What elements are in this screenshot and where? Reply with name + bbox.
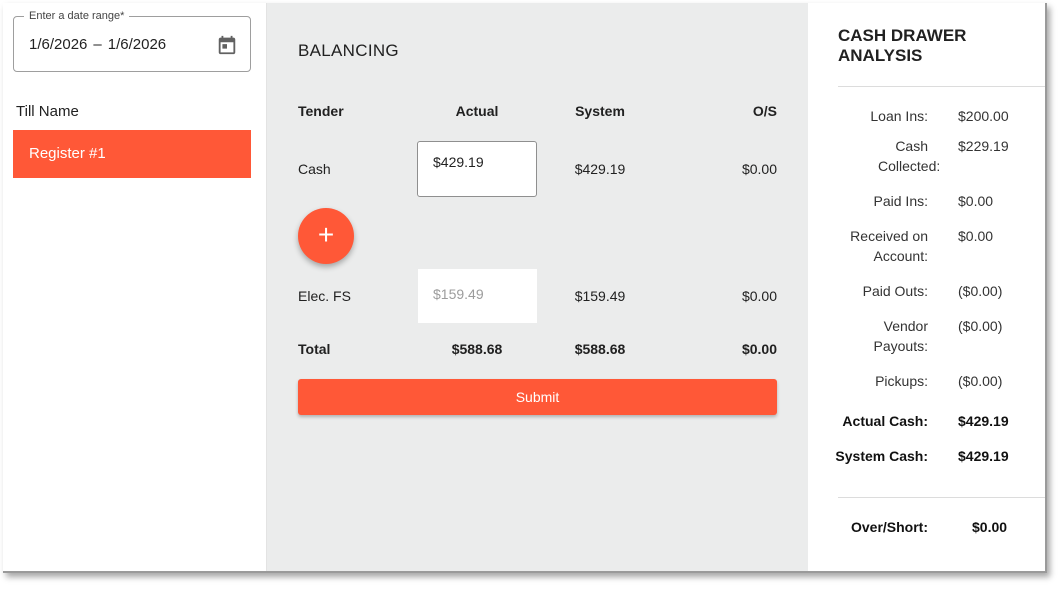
plus-icon: + (317, 219, 335, 250)
pickups-label: Pickups: (875, 373, 928, 389)
add-tender-button[interactable]: + (298, 208, 354, 264)
divider (838, 86, 1045, 87)
total-label: Total (298, 341, 331, 357)
cash-collected-value: $229.19 (958, 138, 1009, 154)
till-name-header: Till Name (16, 103, 79, 120)
paid-ins-label: Paid Ins: (873, 193, 928, 209)
date-separator: – (93, 36, 102, 53)
divider (838, 497, 1045, 498)
vendor-payouts-label: Vendor Payouts: (873, 318, 928, 354)
vendor-payouts-value: ($0.00) (958, 318, 1003, 334)
over-short-label: Over/Short: (850, 519, 928, 535)
header-tender: Tender (298, 103, 344, 119)
over-short-value: $0.00 (972, 519, 1008, 535)
total-actual-value: $588.68 (451, 341, 503, 357)
actual-cash-label: Actual Cash: (842, 413, 928, 429)
loan-ins-value: $200.00 (958, 108, 1009, 124)
tender-cash-label: Cash (298, 161, 331, 177)
system-cash-label: System Cash: (835, 448, 928, 464)
header-system: System (575, 103, 625, 119)
received-on-account-value: $0.00 (958, 228, 994, 244)
cash-actual-input[interactable] (417, 141, 537, 197)
cash-drawer-analysis-panel: CASH DRAWER ANALYSIS Loan Ins: $200.00 C… (808, 3, 1045, 571)
balancing-panel: BALANCING Tender Actual System O/S Cash … (267, 3, 808, 571)
elec-fs-os-value: $0.00 (741, 288, 777, 304)
app-window: Enter a date range* 1/6/2026–1/6/2026 Ti… (3, 3, 1047, 573)
balancing-title: BALANCING (298, 41, 399, 60)
elec-fs-system-value: $159.49 (574, 288, 626, 304)
system-cash-value: $429.19 (958, 448, 1009, 464)
tender-elec-fs-label: Elec. FS (298, 288, 351, 304)
cash-os-value: $0.00 (741, 161, 777, 177)
analysis-title-line2: ANALYSIS (838, 46, 923, 65)
till-item-register-1[interactable]: Register #1 (13, 130, 251, 178)
total-os-value: $0.00 (741, 341, 777, 357)
analysis-title-line1: CASH DRAWER (838, 26, 967, 45)
calendar-icon[interactable] (216, 34, 238, 56)
pickups-value: ($0.00) (958, 373, 1003, 389)
start-date[interactable]: 1/6/2026 (29, 36, 87, 53)
header-actual: Actual (455, 103, 499, 119)
analysis-title: CASH DRAWER ANALYSIS (838, 26, 966, 66)
actual-cash-value: $429.19 (958, 413, 1009, 429)
paid-outs-label: Paid Outs: (862, 283, 928, 299)
loan-ins-label: Loan Ins: (870, 108, 928, 124)
date-range-label: Enter a date range* (24, 10, 130, 22)
cash-system-value: $429.19 (574, 161, 626, 177)
paid-ins-value: $0.00 (958, 193, 994, 209)
submit-button[interactable]: Submit (298, 379, 777, 415)
cash-collected-label: Cash Collected: (878, 138, 941, 174)
date-range-value[interactable]: 1/6/2026–1/6/2026 (29, 36, 166, 53)
total-system-value: $588.68 (574, 341, 626, 357)
till-panel: Enter a date range* 1/6/2026–1/6/2026 Ti… (3, 3, 267, 571)
end-date[interactable]: 1/6/2026 (108, 36, 166, 53)
header-os: O/S (752, 103, 777, 119)
received-on-account-label: Received on Account: (850, 228, 928, 264)
elec-fs-actual-field: $159.49 (418, 269, 537, 323)
paid-outs-value: ($0.00) (958, 283, 1003, 299)
date-range-field[interactable]: Enter a date range* 1/6/2026–1/6/2026 (13, 10, 251, 72)
